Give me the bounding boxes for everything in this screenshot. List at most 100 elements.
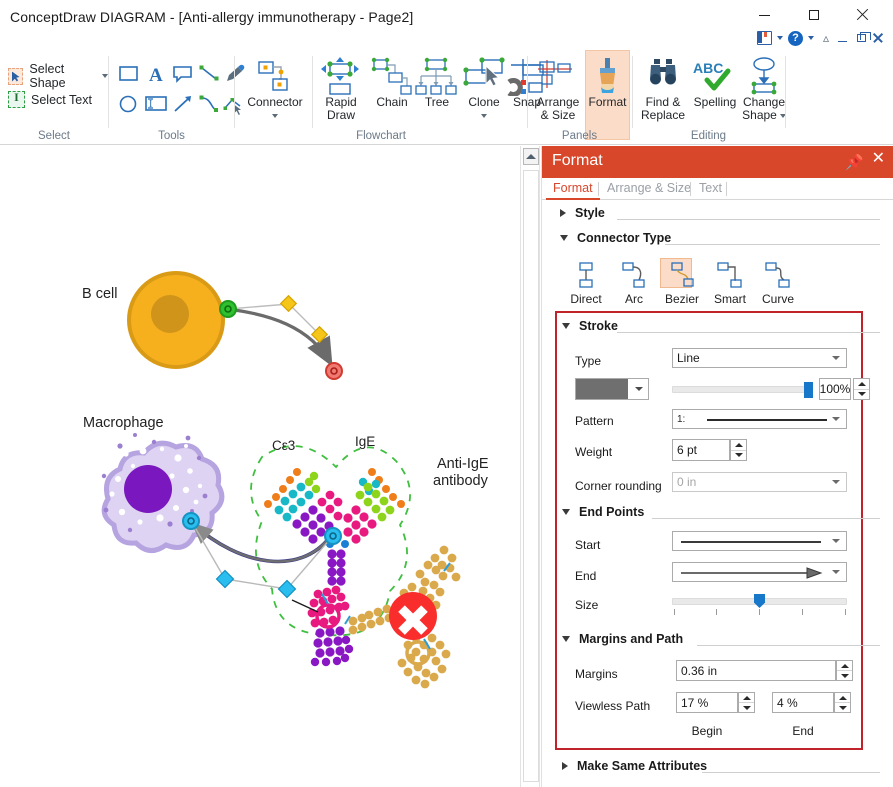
clone-button[interactable]: Clone	[460, 56, 508, 118]
chevron-down-icon	[481, 114, 487, 118]
select-text-button[interactable]: Select Text	[8, 90, 92, 108]
maximize-button[interactable]	[791, 0, 837, 30]
minimize-button[interactable]	[741, 0, 787, 30]
stepper-up[interactable]	[739, 693, 754, 702]
stepper-up[interactable]	[837, 661, 852, 670]
tree-button[interactable]: Tree	[414, 56, 460, 109]
doc-minimize-icon	[838, 40, 847, 42]
panel-close-icon[interactable]: ✕	[872, 151, 885, 167]
canvas-vertical-scrollbar[interactable]	[520, 146, 540, 787]
stepper-down[interactable]	[835, 702, 850, 712]
stroke-weight-stepper[interactable]	[730, 439, 747, 461]
tab-text[interactable]: Text	[692, 178, 729, 200]
end-points-end-select[interactable]	[672, 562, 847, 582]
ribbon-group-select: Select Shape Select Text Select	[0, 48, 108, 144]
change-shape-button[interactable]: Change Shape	[740, 56, 788, 122]
viewless-path-end-caption: End	[792, 724, 814, 738]
format-brush-icon	[591, 56, 625, 96]
chevron-down-icon	[635, 387, 643, 391]
viewless-path-begin-field[interactable]: 17 %	[676, 692, 738, 713]
close-icon	[856, 9, 868, 21]
help-button[interactable]: ?	[787, 28, 803, 48]
rapid-draw-button[interactable]: Rapid Draw	[318, 56, 364, 122]
format-panel-button[interactable]: Format	[585, 56, 630, 109]
stepper-up[interactable]	[854, 379, 869, 389]
arrange-size-button[interactable]: Arrange & Size	[532, 56, 584, 122]
end-points-size-thumb[interactable]	[754, 594, 765, 608]
stroke-color-picker[interactable]	[575, 378, 649, 400]
pattern-preview-line	[707, 419, 827, 421]
end-points-start-select[interactable]	[672, 531, 847, 551]
stroke-weight-field[interactable]: 6 pt	[672, 439, 730, 461]
callout-tool-icon[interactable]	[171, 62, 197, 86]
section-stroke[interactable]: Stroke	[562, 319, 618, 333]
stepper-down[interactable]	[731, 449, 746, 461]
section-style[interactable]: Style	[560, 206, 605, 220]
stroke-opacity-thumb[interactable]	[804, 382, 813, 398]
collapse-ribbon-button[interactable]: ▵	[819, 28, 833, 48]
stepper-up[interactable]	[731, 440, 746, 450]
section-end-points[interactable]: End Points	[562, 505, 644, 519]
doc-close-button[interactable]	[871, 28, 889, 48]
margins-field[interactable]: 0.36 in	[676, 660, 836, 681]
chain-button[interactable]: Chain	[369, 56, 415, 109]
change-shape-icon	[742, 56, 786, 96]
ribbon-options-dropdown[interactable]	[772, 28, 788, 48]
stroke-opacity-value: 100%	[819, 382, 851, 396]
stroke-type-select[interactable]: Line	[672, 348, 847, 368]
close-button[interactable]	[839, 0, 885, 30]
section-connector-type[interactable]: Connector Type	[560, 231, 671, 245]
corner-rounding-label: Corner rounding	[575, 479, 662, 493]
curve-tool-icon[interactable]	[197, 92, 223, 116]
pin-icon[interactable]: 📌	[845, 153, 864, 171]
section-end-points-label: End Points	[579, 505, 645, 519]
help-dropdown[interactable]	[803, 28, 819, 48]
stepper-down[interactable]	[837, 670, 852, 680]
stepper-up[interactable]	[835, 693, 850, 702]
ribbon-group-label-editing: Editing	[690, 130, 727, 142]
ellipse-tool-icon[interactable]	[117, 92, 143, 116]
select-text-label: Select Text	[31, 92, 92, 107]
triangle-down-icon	[562, 636, 570, 642]
line-tool-icon[interactable]	[197, 62, 223, 86]
rectangle-tool-icon[interactable]	[117, 62, 143, 86]
triangle-up-icon	[857, 381, 866, 386]
section-make-same-attributes[interactable]: Make Same Attributes	[562, 759, 707, 773]
doc-minimize-button[interactable]	[833, 28, 852, 48]
stroke-color-swatch	[576, 379, 628, 399]
select-shape-button[interactable]: Select Shape	[8, 62, 108, 90]
scroll-up-button[interactable]	[523, 148, 539, 165]
corner-rounding-select[interactable]: 0 in	[672, 472, 847, 492]
viewless-path-end-field[interactable]: 4 %	[772, 692, 834, 713]
spelling-button[interactable]: ABC Spelling	[689, 56, 741, 109]
stroke-opacity-slider[interactable]	[672, 386, 812, 393]
stroke-pattern-label: Pattern	[575, 414, 614, 428]
tab-arrange-size[interactable]: Arrange & Size	[600, 178, 698, 200]
stroke-opacity-stepper[interactable]	[853, 378, 870, 400]
doc-restore-button[interactable]	[852, 28, 871, 48]
blocked-marker[interactable]	[388, 591, 438, 641]
stepper-down[interactable]	[854, 388, 869, 400]
corner-rounding-value: 0 in	[677, 475, 697, 489]
stroke-pattern-select[interactable]: 1:	[672, 409, 847, 429]
clone-icon	[460, 56, 508, 96]
diagram-canvas[interactable]: B cell Macrophage Cε3 IgE Anti-IgE antib…	[0, 146, 519, 787]
tab-format[interactable]: Format	[546, 178, 600, 200]
section-margins-and-path[interactable]: Margins and Path	[562, 632, 683, 646]
connector-type-curve[interactable]: Curve	[750, 258, 806, 306]
stepper-down[interactable]	[739, 702, 754, 712]
scrollbar-track[interactable]	[523, 170, 539, 782]
text-tool-icon[interactable]: A	[144, 62, 170, 86]
connector-button[interactable]: Connector	[240, 56, 310, 118]
margins-stepper[interactable]	[836, 660, 853, 681]
connector-label: Connector	[247, 95, 303, 109]
stroke-opacity-field[interactable]: 100%	[819, 378, 851, 400]
arrow-tool-icon[interactable]	[171, 92, 197, 116]
ribbon-display-options-button[interactable]	[756, 28, 772, 48]
text-block-tool-icon[interactable]: I	[144, 92, 170, 116]
ribbon-group-tools: A I Tools	[109, 48, 245, 144]
viewless-path-end-stepper[interactable]	[834, 692, 851, 713]
viewless-path-begin-stepper[interactable]	[738, 692, 755, 713]
help-icon: ?	[787, 30, 803, 46]
find-replace-button[interactable]: Find & Replace	[637, 56, 689, 122]
